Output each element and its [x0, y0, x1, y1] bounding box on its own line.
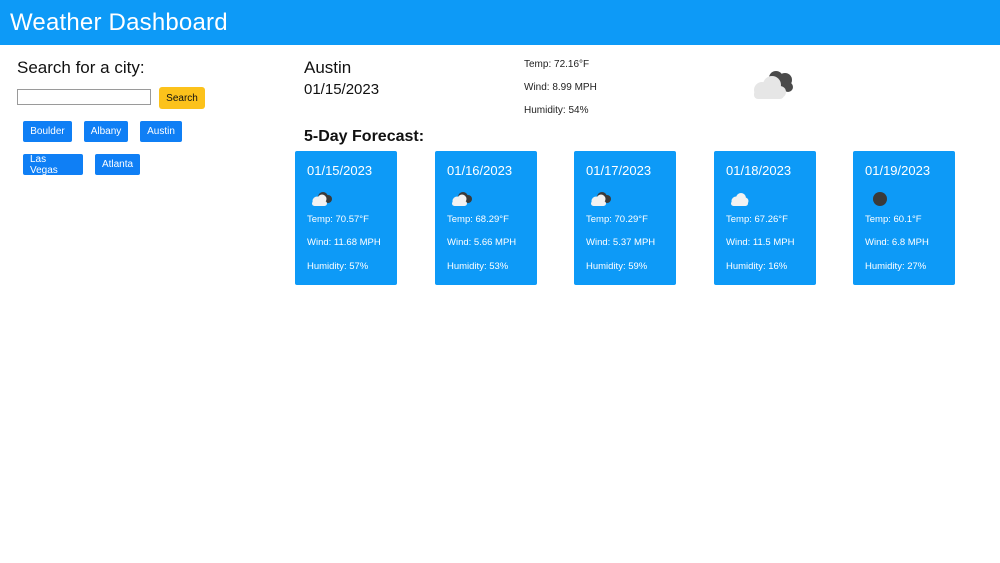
- forecast-temp: Temp: 70.57°F: [307, 214, 369, 225]
- forecast-humidity: Humidity: 27%: [865, 261, 927, 272]
- header-bar: Weather Dashboard: [0, 0, 1000, 45]
- search-heading: Search for a city:: [17, 58, 145, 77]
- forecast-wind: Wind: 5.66 MPH: [447, 237, 517, 248]
- forecast-humidity: Humidity: 16%: [726, 261, 788, 272]
- dark-circle-icon: [873, 192, 887, 206]
- partly-cloudy-icon: [591, 192, 611, 206]
- forecast-heading: 5-Day Forecast:: [304, 128, 425, 145]
- current-city: Austin: [304, 58, 352, 77]
- forecast-humidity: Humidity: 53%: [447, 261, 509, 272]
- forecast-card: 01/18/2023 Temp: 67.26°F Wind: 11.5 MPH …: [714, 151, 816, 285]
- forecast-temp: Temp: 67.26°F: [726, 214, 788, 225]
- broken-clouds-icon: [754, 71, 793, 99]
- cloud-icon: [731, 193, 749, 206]
- partly-cloudy-icon: [312, 192, 332, 206]
- forecast-wind: Wind: 6.8 MPH: [865, 237, 929, 248]
- forecast-card: 01/17/2023 Temp: 70.29°F Wind: 5.37 MPH …: [574, 151, 676, 285]
- forecast-card: 01/15/2023 Temp: 70.57°F Wind: 11.68 MPH…: [295, 151, 397, 285]
- forecast-humidity: Humidity: 59%: [586, 261, 648, 272]
- forecast-date: 01/17/2023: [586, 163, 652, 178]
- forecast-wind: Wind: 11.68 MPH: [307, 237, 381, 248]
- forecast-humidity: Humidity: 57%: [307, 261, 369, 272]
- forecast-temp: Temp: 60.1°F: [865, 214, 922, 225]
- forecast-temp: Temp: 70.29°F: [586, 214, 648, 225]
- history-button-albany[interactable]: Albany: [84, 121, 128, 142]
- forecast-card: 01/19/2023 Temp: 60.1°F Wind: 6.8 MPH Hu…: [853, 151, 955, 285]
- current-wind: Wind: 8.99 MPH: [524, 82, 597, 93]
- city-search-input[interactable]: [17, 89, 151, 105]
- search-button[interactable]: Search: [159, 87, 205, 109]
- forecast-date: 01/15/2023: [307, 163, 373, 178]
- forecast-date: 01/16/2023: [447, 163, 513, 178]
- history-button-las-vegas[interactable]: Las Vegas: [23, 154, 83, 176]
- current-humidity: Humidity: 54%: [524, 105, 589, 116]
- forecast-wind: Wind: 5.37 MPH: [586, 237, 656, 248]
- forecast-wind: Wind: 11.5 MPH: [726, 237, 795, 248]
- forecast-date: 01/18/2023: [726, 163, 792, 178]
- partly-cloudy-icon: [452, 192, 472, 206]
- current-date: 01/15/2023: [304, 81, 380, 98]
- app-title: Weather Dashboard: [10, 9, 228, 36]
- forecast-temp: Temp: 68.29°F: [447, 214, 509, 225]
- history-button-boulder[interactable]: Boulder: [23, 121, 72, 142]
- current-temp: Temp: 72.16°F: [524, 59, 590, 70]
- history-button-atlanta[interactable]: Atlanta: [95, 154, 140, 175]
- forecast-card: 01/16/2023 Temp: 68.29°F Wind: 5.66 MPH …: [435, 151, 537, 285]
- forecast-date: 01/19/2023: [865, 163, 931, 178]
- history-button-austin[interactable]: Austin: [140, 121, 182, 142]
